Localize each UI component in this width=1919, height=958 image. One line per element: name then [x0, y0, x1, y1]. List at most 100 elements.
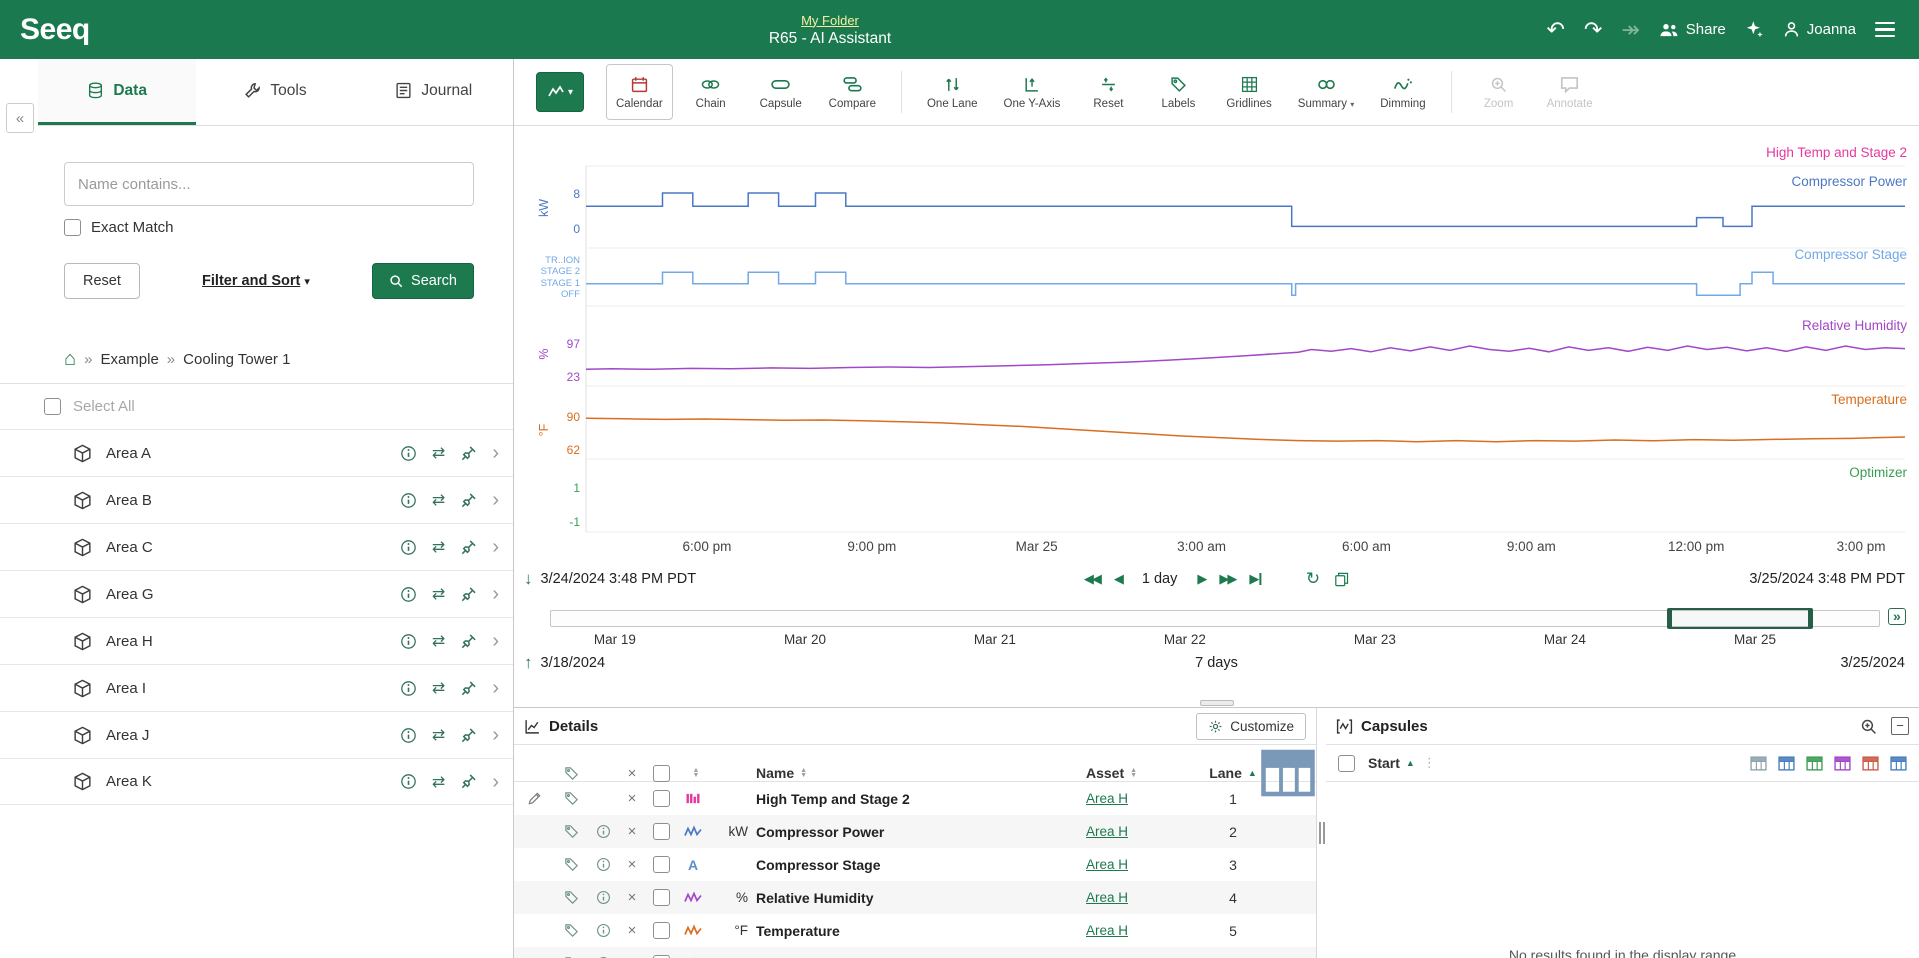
- chevron-right-icon[interactable]: ›: [492, 537, 499, 557]
- tag-icon[interactable]: [564, 857, 579, 872]
- range-full-arrow-icon[interactable]: ↑: [524, 653, 533, 673]
- swap-asset-icon[interactable]: ⇄: [432, 725, 445, 745]
- toolbar-button-chain[interactable]: Chain: [679, 64, 743, 120]
- details-row-relative-humidity[interactable]: ×%Relative HumidityArea H4: [514, 881, 1316, 914]
- asset-row-area-h[interactable]: Area H⇄›: [0, 617, 513, 664]
- trend-view-dropdown[interactable]: ▾: [536, 72, 584, 112]
- chevron-right-icon[interactable]: ›: [492, 443, 499, 463]
- remove-icon[interactable]: ×: [618, 889, 646, 906]
- filter-and-sort-link[interactable]: Filter and Sort▾: [202, 273, 310, 289]
- chevron-right-icon[interactable]: ›: [492, 490, 499, 510]
- asset-link[interactable]: Area H: [1086, 824, 1128, 839]
- pan-forward-full-icon[interactable]: ▶▶: [1219, 571, 1235, 587]
- user-menu[interactable]: Joanna: [1783, 21, 1856, 38]
- swap-asset-icon[interactable]: ⇄: [432, 772, 445, 792]
- range-track[interactable]: [550, 610, 1880, 627]
- display-range-start[interactable]: 3/24/2024 3:48 PM PDT: [541, 571, 697, 587]
- asset-link[interactable]: Area H: [1086, 923, 1128, 938]
- splitter-grip[interactable]: [1200, 700, 1234, 706]
- capsule-column-icon-4[interactable]: [1862, 755, 1879, 772]
- toolbar-button-labels[interactable]: Labels: [1146, 64, 1210, 120]
- pan-forward-icon[interactable]: ▶: [1197, 571, 1205, 587]
- lane-column-header[interactable]: Lane: [1209, 765, 1242, 781]
- remove-icon[interactable]: ×: [618, 922, 646, 939]
- remove-icon[interactable]: ×: [618, 823, 646, 840]
- info-icon[interactable]: [400, 539, 417, 556]
- swap-asset-icon[interactable]: ⇄: [432, 537, 445, 557]
- asset-row-area-i[interactable]: Area I⇄›: [0, 664, 513, 711]
- details-row-compressor-stage[interactable]: ×ACompressor StageArea H3: [514, 848, 1316, 881]
- pin-icon[interactable]: [460, 539, 477, 556]
- expand-range-icon[interactable]: »: [1888, 608, 1906, 625]
- swap-asset-icon[interactable]: ⇄: [432, 490, 445, 510]
- asset-link[interactable]: Area H: [1086, 791, 1128, 806]
- row-checkbox[interactable]: [653, 823, 670, 840]
- pan-to-now-icon[interactable]: ▶: [1249, 571, 1262, 587]
- details-select-all-checkbox[interactable]: [653, 765, 670, 782]
- asset-link[interactable]: Area H: [1086, 890, 1128, 905]
- pin-icon[interactable]: [460, 445, 477, 462]
- chevron-right-icon[interactable]: ›: [492, 772, 499, 792]
- hamburger-menu-icon[interactable]: [1875, 22, 1895, 38]
- refresh-icon[interactable]: ↻: [1306, 569, 1320, 589]
- select-all-row[interactable]: Select All: [0, 383, 513, 429]
- remove-column-icon[interactable]: ×: [618, 765, 646, 782]
- series-name[interactable]: Compressor Stage: [754, 857, 1086, 873]
- toolbar-button-one-lane[interactable]: One Lane: [917, 64, 988, 120]
- info-icon[interactable]: [400, 445, 417, 462]
- tab-tools[interactable]: Tools: [196, 59, 354, 125]
- row-checkbox[interactable]: [653, 889, 670, 906]
- asset-row-area-j[interactable]: Area J⇄›: [0, 711, 513, 758]
- info-icon[interactable]: [400, 586, 417, 603]
- info-icon[interactable]: [596, 857, 611, 872]
- duplicate-range-icon[interactable]: [1334, 572, 1349, 587]
- capsule-column-icon-3[interactable]: [1834, 755, 1851, 772]
- tag-icon[interactable]: [564, 890, 579, 905]
- redo-icon[interactable]: ↷: [1584, 19, 1602, 41]
- name-contains-input[interactable]: [64, 162, 474, 206]
- toolbar-button-calendar[interactable]: Calendar: [606, 64, 673, 120]
- info-icon[interactable]: [400, 773, 417, 790]
- asset-row-area-c[interactable]: Area C⇄›: [0, 523, 513, 570]
- customize-button[interactable]: Customize: [1196, 713, 1306, 740]
- display-range-duration[interactable]: 1 day: [1142, 571, 1177, 587]
- toolbar-button-capsule[interactable]: Capsule: [749, 64, 813, 120]
- info-icon[interactable]: [400, 727, 417, 744]
- capsule-column-icon-5[interactable]: [1890, 755, 1907, 772]
- info-icon[interactable]: [400, 680, 417, 697]
- remove-icon[interactable]: ×: [618, 790, 646, 807]
- select-all-checkbox[interactable]: [44, 398, 61, 415]
- series-name[interactable]: Relative Humidity: [754, 890, 1086, 906]
- share-button[interactable]: Share: [1659, 21, 1726, 38]
- sort-type-control[interactable]: ▲▼: [676, 768, 710, 779]
- remove-icon[interactable]: ×: [618, 856, 646, 873]
- zoom-to-capsule-icon[interactable]: [1860, 718, 1877, 735]
- details-row-optimizer[interactable]: ×OptimizerArea H6: [514, 947, 1316, 958]
- chevron-right-icon[interactable]: ›: [492, 584, 499, 604]
- tab-data[interactable]: Data: [38, 59, 196, 125]
- chevron-right-icon[interactable]: ›: [492, 725, 499, 745]
- splitter-grip[interactable]: [1319, 822, 1325, 844]
- swap-asset-icon[interactable]: ⇄: [432, 678, 445, 698]
- asset-row-area-k[interactable]: Area K⇄›: [0, 758, 513, 805]
- search-button[interactable]: Search: [372, 263, 474, 299]
- capsule-column-icon-1[interactable]: [1778, 755, 1795, 772]
- pin-icon[interactable]: [460, 773, 477, 790]
- pin-icon[interactable]: [460, 586, 477, 603]
- start-column-header[interactable]: Start ▲ ⋮: [1368, 755, 1436, 771]
- pin-icon[interactable]: [460, 633, 477, 650]
- toolbar-button-gridlines[interactable]: Gridlines: [1216, 64, 1281, 120]
- edit-formula-icon[interactable]: [527, 791, 542, 806]
- row-checkbox[interactable]: [653, 922, 670, 939]
- asset-link[interactable]: Area H: [1086, 857, 1128, 872]
- toolbar-button-summary[interactable]: Summary ▾: [1288, 64, 1364, 120]
- details-row-temperature[interactable]: ×°FTemperatureArea H5: [514, 914, 1316, 947]
- info-icon[interactable]: [400, 633, 417, 650]
- details-row-high-temp-and-stage-2[interactable]: ×High Temp and Stage 2Area H1: [514, 782, 1316, 815]
- asset-row-area-g[interactable]: Area G⇄›: [0, 570, 513, 617]
- toolbar-button-compare[interactable]: Compare: [819, 64, 886, 120]
- tag-icon[interactable]: [564, 923, 579, 938]
- range-start-arrow-icon[interactable]: ↓: [524, 569, 533, 589]
- capsule-column-icon-2[interactable]: [1806, 755, 1823, 772]
- exact-match-box[interactable]: [64, 219, 81, 236]
